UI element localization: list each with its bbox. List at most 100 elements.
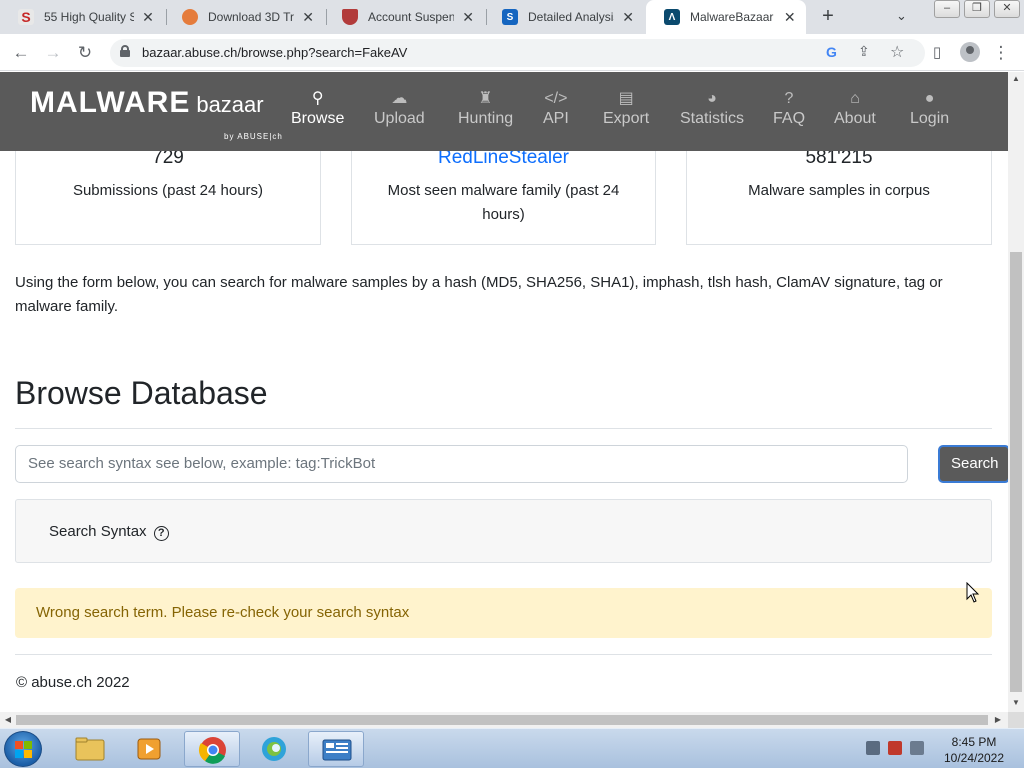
browser-tab-5-active[interactable]: Λ MalwareBazaar | B ✕	[646, 0, 806, 34]
bookmark-star-icon[interactable]: ☆	[890, 42, 904, 62]
tab-title: Account Suspended	[368, 10, 455, 24]
vertical-scrollbar[interactable]: ▲ ▼	[1008, 72, 1024, 712]
search-syntax-accordion[interactable]: Search Syntax ?	[15, 499, 992, 563]
creature-favicon-icon	[182, 9, 198, 25]
start-button[interactable]	[4, 731, 42, 767]
back-arrow-icon[interactable]: ←	[10, 42, 32, 64]
system-tray	[866, 741, 924, 755]
warning-alert: Wrong search term. Please re-check your …	[15, 588, 992, 638]
nav-label: Browse	[291, 110, 345, 127]
pie-chart-icon: ◕	[707, 90, 717, 107]
close-tab-icon[interactable]: ✕	[302, 9, 314, 26]
window-controls: – ❐ ✕	[934, 0, 1020, 18]
nav-faq[interactable]: ? FAQ	[773, 88, 805, 128]
nav-label: Export	[603, 110, 650, 127]
browser-tab-1[interactable]: S 55 High Quality Sc ✕	[0, 0, 164, 34]
taskbar-clock[interactable]: 8:45 PM 10/24/2022	[934, 734, 1014, 766]
nav-about[interactable]: ⌂ About	[834, 88, 876, 128]
chess-rook-icon: ♜	[478, 90, 493, 107]
nav-api[interactable]: </> API	[543, 88, 569, 128]
stat-label: Most seen malware family (past 24 hours)	[387, 182, 620, 223]
browser-tab-3[interactable]: Account Suspended ✕	[324, 0, 484, 34]
nav-upload[interactable]: ☁ Upload	[374, 88, 425, 128]
browser-tab-4[interactable]: S Detailed Analysis ✕	[484, 0, 644, 34]
network-icon[interactable]	[866, 741, 880, 755]
page-title: Browse Database	[15, 375, 268, 411]
page-content: 729 Submissions (past 24 hours) RedLineS…	[0, 151, 1008, 712]
mouse-cursor-icon	[966, 582, 980, 603]
stat-card-malware-family: RedLineStealer Most seen malware family …	[351, 151, 656, 245]
nav-label: About	[834, 110, 876, 127]
control-panel-icon	[322, 739, 352, 761]
close-tab-icon[interactable]: ✕	[784, 9, 796, 26]
nav-label: Upload	[374, 110, 425, 127]
stat-value: 729	[152, 151, 184, 168]
scroll-up-arrow-icon[interactable]: ▲	[1008, 74, 1024, 83]
s-blue-favicon-icon: S	[502, 9, 518, 25]
close-tab-icon[interactable]: ✕	[462, 9, 474, 26]
scrollbar-corner	[1008, 712, 1024, 728]
close-tab-icon[interactable]: ✕	[622, 9, 634, 26]
windows-taskbar: 8:45 PM 10/24/2022	[0, 728, 1024, 768]
new-tab-plus-icon[interactable]: +	[818, 6, 838, 26]
search-icon: ⚲	[311, 90, 324, 107]
tab-title: MalwareBazaar | B	[690, 10, 776, 24]
building-icon: ⌂	[850, 90, 860, 107]
lock-icon	[120, 45, 130, 57]
close-tab-icon[interactable]: ✕	[142, 9, 154, 26]
stat-card-corpus: 581'215 Malware samples in corpus	[686, 151, 992, 245]
url-text: bazaar.abuse.ch/browse.php?search=FakeAV	[142, 45, 408, 60]
nav-login[interactable]: ● Login	[910, 88, 949, 128]
bazaar-favicon-icon: Λ	[664, 9, 680, 25]
window-close-icon[interactable]: ✕	[994, 0, 1020, 18]
scroll-right-arrow-icon[interactable]: ▶	[990, 715, 1006, 724]
cloud-upload-icon: ☁	[391, 90, 408, 107]
scroll-down-arrow-icon[interactable]: ▼	[1008, 698, 1024, 707]
nav-statistics[interactable]: ◕ Statistics	[680, 88, 744, 128]
media-player-taskbar-button[interactable]	[122, 731, 178, 767]
nav-label: Hunting	[458, 110, 514, 127]
forward-arrow-icon[interactable]: →	[42, 42, 64, 64]
search-input[interactable]: See search syntax see below, example: ta…	[15, 445, 908, 483]
address-bar[interactable]: bazaar.abuse.ch/browse.php?search=FakeAV…	[110, 39, 925, 67]
google-translate-icon[interactable]: G	[826, 44, 837, 60]
nav-export[interactable]: ▤ Export	[603, 88, 649, 128]
scrollbar-thumb[interactable]	[1010, 252, 1022, 692]
kebab-menu-icon[interactable]: ⋮	[990, 42, 1012, 64]
chrome-icon	[198, 737, 226, 764]
browser-toolbar: ← → ↻ bazaar.abuse.ch/browse.php?search=…	[0, 34, 1024, 71]
clock-time: 8:45 PM	[951, 735, 997, 749]
action-center-icon[interactable]	[888, 741, 902, 755]
browser-tab-2[interactable]: Download 3D Trojan ✕	[164, 0, 324, 34]
search-syntax-label: Search Syntax	[49, 523, 147, 540]
volume-icon[interactable]	[910, 741, 924, 755]
nav-label: FAQ	[773, 110, 806, 127]
site-navbar: MALWARE bazaar by ABUSE|ch ⚲ Browse ☁ Upl…	[0, 72, 1008, 151]
code-icon: </>	[544, 90, 568, 107]
restore-icon[interactable]: ❐	[964, 0, 990, 18]
malware-family-link[interactable]: RedLineStealer	[352, 151, 655, 169]
search-button[interactable]: Search	[938, 445, 1008, 483]
scroll-left-arrow-icon[interactable]: ◀	[0, 715, 16, 724]
tab-search-chevron-icon[interactable]: ⌄	[896, 8, 907, 24]
brand-by: by ABUSE|ch	[224, 132, 283, 141]
profile-avatar-icon[interactable]	[960, 42, 980, 62]
explorer-taskbar-button[interactable]	[62, 731, 118, 767]
stat-value: 581'215	[805, 151, 873, 168]
horizontal-scrollbar[interactable]: ◀ ▶	[0, 712, 1008, 728]
edge-taskbar-button[interactable]	[246, 731, 302, 767]
nav-label: Statistics	[680, 110, 745, 127]
nav-hunting[interactable]: ♜ Hunting	[458, 88, 513, 128]
brand-main: MALWARE	[30, 86, 191, 119]
site-logo[interactable]: MALWARE bazaar by ABUSE|ch	[30, 86, 282, 141]
edge-icon	[262, 737, 286, 761]
chrome-taskbar-button[interactable]	[184, 731, 240, 767]
side-panel-icon[interactable]: ▯	[926, 42, 948, 64]
share-icon[interactable]: ⇪	[858, 43, 870, 60]
minimize-icon[interactable]: –	[934, 0, 960, 18]
nav-browse[interactable]: ⚲ Browse	[291, 88, 344, 128]
user-icon: ●	[924, 90, 935, 107]
scrollbar-thumb[interactable]	[16, 715, 988, 725]
app-taskbar-button[interactable]	[308, 731, 364, 767]
reload-icon[interactable]: ↻	[74, 42, 96, 64]
